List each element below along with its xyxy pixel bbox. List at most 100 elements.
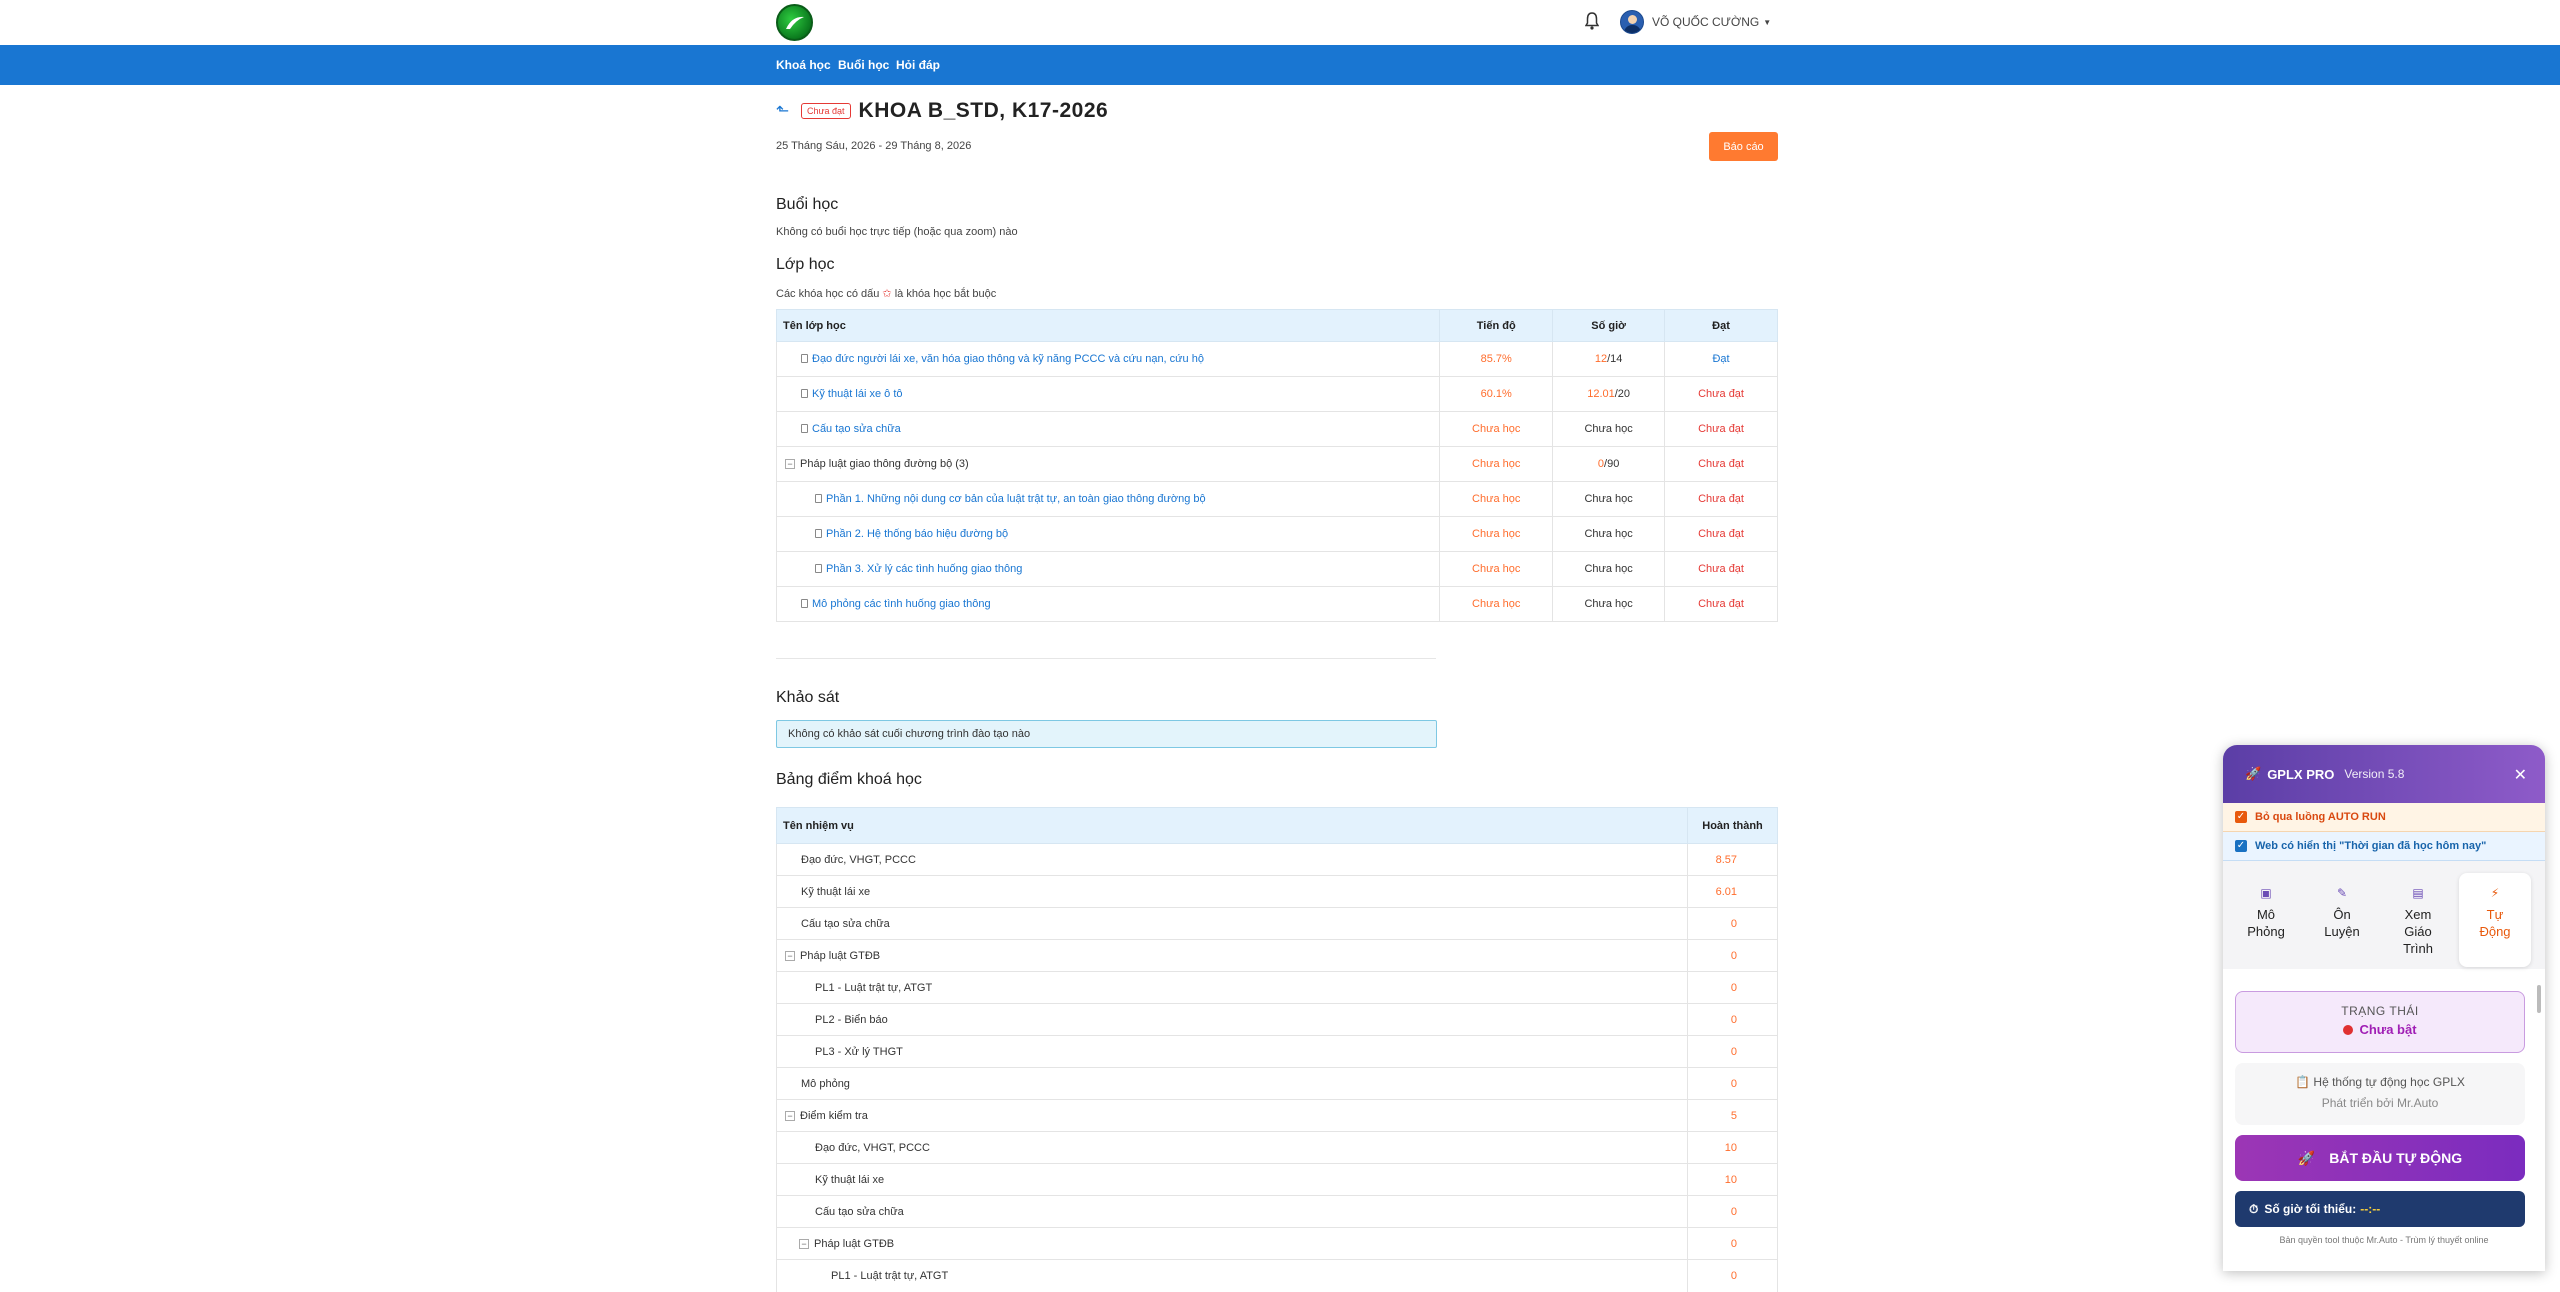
col-completed: Hoàn thành	[1687, 807, 1778, 844]
table-row: Mô phỏng 0	[775, 1067, 1778, 1100]
col-hours: Số giờ	[1552, 309, 1666, 342]
close-icon[interactable]: ✕	[2514, 765, 2527, 785]
table-row: Cấu tạo sửa chữa 0	[775, 1195, 1778, 1228]
book-icon: ▤	[2412, 886, 2424, 900]
document-icon	[801, 354, 808, 363]
nav-courses[interactable]: Khoá học	[776, 58, 831, 72]
status-panel: TRẠNG THÁI Chưa bật	[2235, 991, 2525, 1053]
status-dot-icon	[2343, 1025, 2354, 1035]
class-link[interactable]: Kỹ thuật lái xe ô tô	[812, 388, 903, 400]
collapse-icon[interactable]: −	[785, 950, 795, 961]
document-icon	[801, 599, 808, 608]
bell-icon[interactable]	[1585, 12, 1599, 30]
sessions-note: Không có buổi học trực tiếp (hoặc qua zo…	[776, 226, 1018, 238]
page-title: KHOA B_STD, K17-2026	[858, 99, 1109, 122]
document-icon	[815, 494, 822, 503]
class-link[interactable]: Phần 3. Xử lý các tình huống giao thông	[826, 563, 1022, 575]
widget-version: Version 5.8	[2344, 767, 2405, 781]
car-icon: ▣	[2260, 886, 2272, 900]
site-logo[interactable]	[776, 4, 813, 41]
widget-scrollbar[interactable]	[2537, 985, 2541, 1013]
col-task-name: Tên nhiệm vụ	[775, 807, 1689, 844]
col-class-name: Tên lớp học	[775, 309, 1441, 342]
table-header: Tên nhiệm vụ Hoàn thành	[775, 807, 1778, 844]
divider	[776, 658, 1436, 659]
table-row: PL1 - Luật trật tự, ATGT 0	[775, 1259, 1778, 1292]
start-auto-button[interactable]: 🚀 BẮT ĐẦU TỰ ĐỘNG	[2235, 1135, 2525, 1181]
widget-header: 🚀 GPLX PRO Version 5.8	[2223, 745, 2545, 803]
class-link[interactable]: Phần 1. Những nội dung cơ bản của luật t…	[826, 493, 1206, 505]
widget-tabs: ▣ Mô Phỏng ✎ Ôn Luyện ▤ Xem Giáo Trình ⚡…	[2223, 861, 2545, 969]
table-row: Đạo đức, VHGT, PCCC 10	[775, 1131, 1778, 1164]
nav-qa[interactable]: Hỏi đáp	[896, 58, 940, 72]
survey-heading: Khảo sát	[776, 689, 840, 706]
class-link[interactable]: Đạo đức người lái xe, văn hóa giao thông…	[812, 353, 1204, 365]
table-row: Phần 1. Những nội dung cơ bản của luật t…	[775, 481, 1778, 517]
grades-heading: Bảng điểm khoá học	[776, 771, 922, 788]
table-row: − Điểm kiểm tra 5	[775, 1099, 1778, 1132]
info-panel: 📋 Hệ thống tự động học GPLX Phát triển b…	[2235, 1063, 2525, 1125]
status-label: TRẠNG THÁI	[2341, 1004, 2419, 1018]
top-bar: VÕ QUỐC CƯỜNG ▼	[0, 0, 2560, 45]
lightning-icon: ⚡	[2490, 886, 2500, 900]
avatar	[1620, 10, 1644, 34]
collapse-icon[interactable]: −	[785, 459, 795, 469]
table-row: Kỹ thuật lái xe 6.01	[775, 875, 1778, 908]
course-dates: 25 Tháng Sáu, 2026 - 29 Tháng 8, 2026	[776, 140, 972, 152]
chevron-down-icon: ▼	[1763, 17, 1772, 27]
document-icon	[815, 529, 822, 538]
grades-table: Tên nhiệm vụ Hoàn thành Đạo đức, VHGT, P…	[775, 807, 1778, 1292]
rocket-icon: 🚀	[2245, 766, 2262, 781]
collapse-icon[interactable]: −	[785, 1110, 795, 1121]
checkbox-checked-icon[interactable]: ✓	[2235, 840, 2247, 852]
table-row: − Pháp luật GTĐB 0	[775, 1227, 1778, 1260]
tab-curriculum[interactable]: ▤ Xem Giáo Trình	[2382, 873, 2454, 967]
sessions-heading: Buổi học	[776, 196, 839, 213]
min-hours-bar: ⏱ Số giờ tối thiểu: --:--	[2235, 1191, 2525, 1227]
status-badge: Chưa đạt	[801, 103, 851, 119]
table-row: Đạo đức, VHGT, PCCC 8.57	[775, 843, 1778, 876]
col-result: Đạt	[1664, 309, 1778, 342]
report-button[interactable]: Báo cáo	[1709, 132, 1778, 161]
tab-practice[interactable]: ✎ Ôn Luyện	[2306, 873, 2378, 967]
table-row: − Pháp luật giao thông đường bộ (3) Chưa …	[775, 446, 1778, 482]
classes-table: Tên lớp học Tiến độ Số giờ Đạt Đạo đức n…	[775, 309, 1778, 622]
classes-heading: Lớp học	[776, 256, 835, 273]
status-value: Chưa bật	[2359, 1022, 2417, 1037]
table-row: PL1 - Luật trật tự, ATGT 0	[775, 971, 1778, 1004]
table-row: Mô phỏng các tình huống giao thông Chưa …	[775, 586, 1778, 622]
table-row: − Pháp luật GTĐB 0	[775, 939, 1778, 972]
checkbox-auto-run[interactable]: ✓ Bỏ qua luồng AUTO RUN	[2223, 803, 2545, 832]
tab-auto[interactable]: ⚡ Tự Động	[2459, 873, 2531, 967]
classes-note: Các khóa học có dấu ✩ là khóa học bắt bu…	[776, 288, 997, 300]
class-link[interactable]: Phần 2. Hệ thống báo hiệu đường bộ	[826, 528, 1008, 540]
survey-note: Không có khảo sát cuối chương trình đào …	[776, 720, 1437, 748]
document-icon	[801, 389, 808, 398]
back-arrow-icon[interactable]: ⬑	[776, 101, 796, 121]
table-row: Phần 3. Xử lý các tình huống giao thông …	[775, 551, 1778, 587]
widget-brand: GPLX PRO	[2267, 766, 2335, 782]
table-row: Kỹ thuật lái xe ô tô 60.1% 12.01/20 Chưa…	[775, 376, 1778, 412]
checkbox-web-time[interactable]: ✓ Web có hiển thị "Thời gian đã học hôm …	[2223, 832, 2545, 861]
table-row: Cấu tạo sửa chữa 0	[775, 907, 1778, 940]
title-row: ⬑ Chưa đạt KHOA B_STD, K17-2026	[776, 96, 1108, 126]
class-link[interactable]: Mô phỏng các tình huống giao thông	[812, 598, 991, 610]
table-row: Đạo đức người lái xe, văn hóa giao thông…	[775, 341, 1778, 377]
nav-sessions[interactable]: Buổi học	[838, 58, 889, 72]
nav-bar: Khoá học Buổi học Hỏi đáp	[0, 45, 2560, 85]
class-link[interactable]: Cấu tạo sửa chữa	[812, 423, 901, 435]
checkbox-checked-icon[interactable]: ✓	[2235, 811, 2247, 823]
table-header: Tên lớp học Tiến độ Số giờ Đạt	[775, 309, 1778, 342]
user-menu[interactable]: VÕ QUỐC CƯỜNG ▼	[1620, 10, 1771, 34]
collapse-icon[interactable]: −	[799, 1238, 809, 1249]
col-progress: Tiến độ	[1439, 309, 1554, 342]
tab-simulation[interactable]: ▣ Mô Phỏng	[2230, 873, 2302, 967]
gplx-pro-widget: 🚀 GPLX PRO Version 5.8 ✕ ✓ Bỏ qua luồng …	[2223, 745, 2545, 1271]
clipboard-icon: 📋	[2295, 1075, 2311, 1089]
rocket-icon: 🚀	[2297, 1149, 2316, 1166]
star-icon: ✩	[882, 288, 892, 300]
document-icon	[801, 424, 808, 433]
user-name: VÕ QUỐC CƯỜNG	[1652, 15, 1760, 29]
document-icon	[815, 564, 822, 573]
table-row: PL2 - Biển báo 0	[775, 1003, 1778, 1036]
